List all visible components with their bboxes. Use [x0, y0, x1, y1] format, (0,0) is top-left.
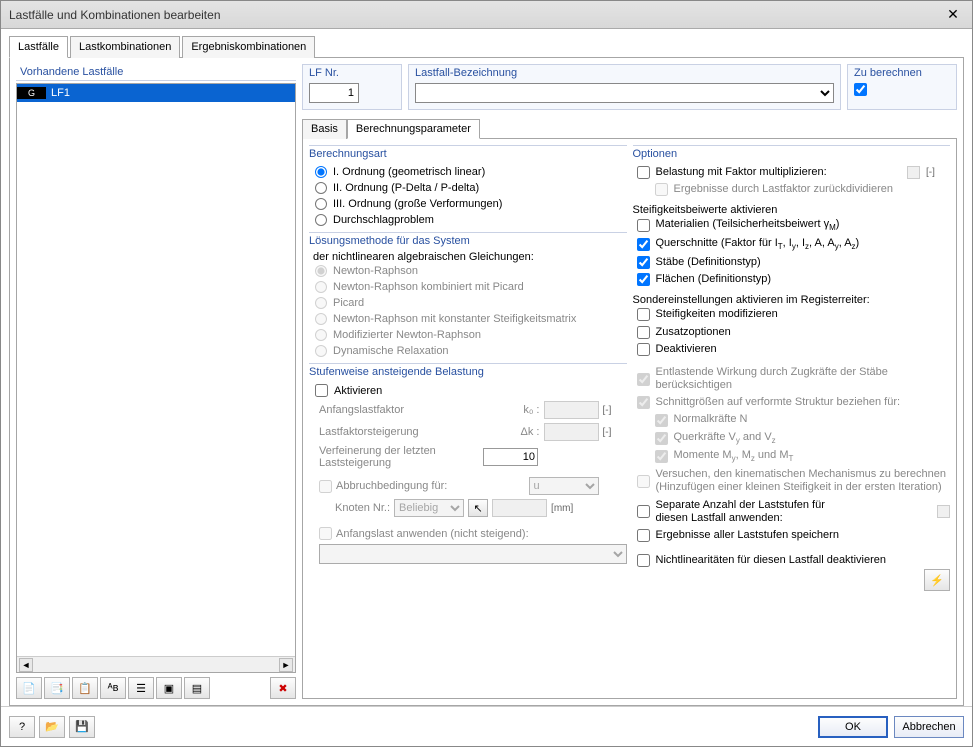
- bezeichnung-select[interactable]: [415, 83, 834, 103]
- scroll-left-icon[interactable]: ◄: [19, 658, 33, 672]
- solver-picard: Picard: [309, 295, 627, 311]
- rename-icon[interactable]: ᴬʙ: [100, 677, 126, 699]
- calc-checkbox[interactable]: [854, 83, 867, 96]
- initload-sel: [319, 544, 627, 564]
- opt-kinematic: [637, 475, 650, 488]
- abort-sel: u: [529, 477, 599, 495]
- list-toolbar: 📄 📑 📋 ᴬʙ ☰ ▣ ▤ ✖: [16, 677, 296, 699]
- solver-header: Lösungsmethode für das System: [309, 235, 627, 251]
- refine-label: Verfeinerung der letzten Laststeigerung: [319, 445, 479, 469]
- copy-icon[interactable]: 📑: [44, 677, 70, 699]
- node-val: [492, 499, 547, 517]
- row-tag: G: [17, 87, 47, 99]
- opt-divback: [655, 183, 668, 196]
- h-scrollbar[interactable]: ◄ ►: [17, 656, 295, 672]
- node-sel: Beliebig: [394, 499, 464, 517]
- flash-icon[interactable]: ⚡: [924, 569, 950, 591]
- activate-increment[interactable]: Aktivieren: [309, 382, 627, 399]
- edit-icon[interactable]: 📋: [72, 677, 98, 699]
- solver-nrks: Newton-Raphson mit konstanter Steifigkei…: [309, 311, 627, 327]
- solver-nr: Newton-Raphson: [309, 263, 627, 279]
- opt-normal: [655, 414, 668, 427]
- opt-separate-steps[interactable]: [637, 505, 650, 518]
- loadcase-list[interactable]: G LF1 ◄ ►: [16, 83, 296, 673]
- window-title: Lastfälle und Kombinationen bearbeiten: [9, 8, 221, 22]
- cancel-button[interactable]: Abbrechen: [894, 716, 964, 738]
- step-label: Lastfaktorsteigerung: [319, 426, 517, 438]
- radio-order1[interactable]: I. Ordnung (geometrisch linear): [309, 164, 627, 180]
- select-icon[interactable]: ▣: [156, 677, 182, 699]
- radio-order3[interactable]: III. Ordnung (große Verformungen): [309, 196, 627, 212]
- new-icon[interactable]: 📄: [16, 677, 42, 699]
- scroll-right-icon[interactable]: ►: [279, 658, 293, 672]
- opt-moment: [655, 450, 668, 463]
- lfnr-label: LF Nr.: [309, 67, 395, 79]
- close-icon[interactable]: ✕: [942, 6, 964, 24]
- opt-materials[interactable]: [637, 219, 650, 232]
- node-label: Knoten Nr.:: [319, 502, 390, 514]
- highlight-icon[interactable]: ▤: [184, 677, 210, 699]
- sort-icon[interactable]: ☰: [128, 677, 154, 699]
- radio-order2[interactable]: II. Ordnung (P-Delta / P-delta): [309, 180, 627, 196]
- calc-type-header: Berechnungsart: [309, 148, 627, 164]
- tab-lastkombinationen[interactable]: Lastkombinationen: [70, 36, 180, 58]
- solver-dynrel: Dynamische Relaxation: [309, 343, 627, 359]
- save-icon[interactable]: 💾: [69, 716, 95, 738]
- opt-modstiff[interactable]: [637, 308, 650, 321]
- initial-factor-label: Anfangslastfaktor: [319, 404, 519, 416]
- titlebar: Lastfälle und Kombinationen bearbeiten ✕: [1, 1, 972, 29]
- footer: ? 📂 💾 OK Abbrechen: [1, 706, 972, 746]
- left-header: Vorhandene Lastfälle: [16, 64, 296, 81]
- opt-surfaces[interactable]: [637, 273, 650, 286]
- list-row[interactable]: G LF1: [17, 84, 295, 102]
- solver-desc: der nichtlinearen algebraischen Gleichun…: [309, 251, 627, 263]
- help-icon[interactable]: ?: [9, 716, 35, 738]
- initload-check: [319, 527, 332, 540]
- open-icon[interactable]: 📂: [39, 716, 65, 738]
- steps-input: [937, 505, 950, 518]
- pick-node-icon: ↖: [468, 499, 488, 517]
- opt-cross[interactable]: [637, 238, 650, 251]
- options-header: Optionen: [633, 148, 951, 164]
- row-label: LF1: [47, 87, 295, 99]
- increment-header: Stufenweise ansteigende Belastung: [309, 366, 627, 382]
- opt-extra[interactable]: [637, 326, 650, 339]
- special-header: Sondereinstellungen aktivieren im Regist…: [633, 294, 951, 306]
- dk-input: [544, 423, 599, 441]
- opt-defstruct: [637, 396, 650, 409]
- opt-nonlin-deact[interactable]: [637, 554, 650, 567]
- tab-lastfaelle[interactable]: Lastfälle: [9, 36, 68, 58]
- abort-check: [319, 480, 332, 493]
- tabstrip: Lastfälle Lastkombinationen Ergebniskomb…: [9, 35, 964, 57]
- bezeichnung-label: Lastfall-Bezeichnung: [415, 67, 834, 79]
- solver-mnr: Modifizierter Newton-Raphson: [309, 327, 627, 343]
- refine-input[interactable]: [483, 448, 538, 466]
- tab-ergebniskombinationen[interactable]: Ergebniskombinationen: [182, 36, 315, 58]
- subtab-basis[interactable]: Basis: [302, 119, 347, 139]
- opt-bars[interactable]: [637, 256, 650, 269]
- ok-button[interactable]: OK: [818, 716, 888, 738]
- stiffness-header: Steifigkeitsbeiwerte aktivieren: [633, 204, 951, 216]
- radio-snap[interactable]: Durchschlagproblem: [309, 212, 627, 228]
- calc-label: Zu berechnen: [854, 67, 950, 79]
- factor-input: [907, 166, 920, 179]
- opt-shear: [655, 432, 668, 445]
- opt-deact[interactable]: [637, 343, 650, 356]
- opt-relief: [637, 373, 650, 386]
- opt-save-all[interactable]: [637, 529, 650, 542]
- lfnr-input[interactable]: [309, 83, 359, 103]
- k0-input: [544, 401, 599, 419]
- opt-multiply[interactable]: [637, 166, 650, 179]
- delete-icon[interactable]: ✖: [270, 677, 296, 699]
- solver-nrp: Newton-Raphson kombiniert mit Picard: [309, 279, 627, 295]
- subtab-params[interactable]: Berechnungsparameter: [347, 119, 480, 139]
